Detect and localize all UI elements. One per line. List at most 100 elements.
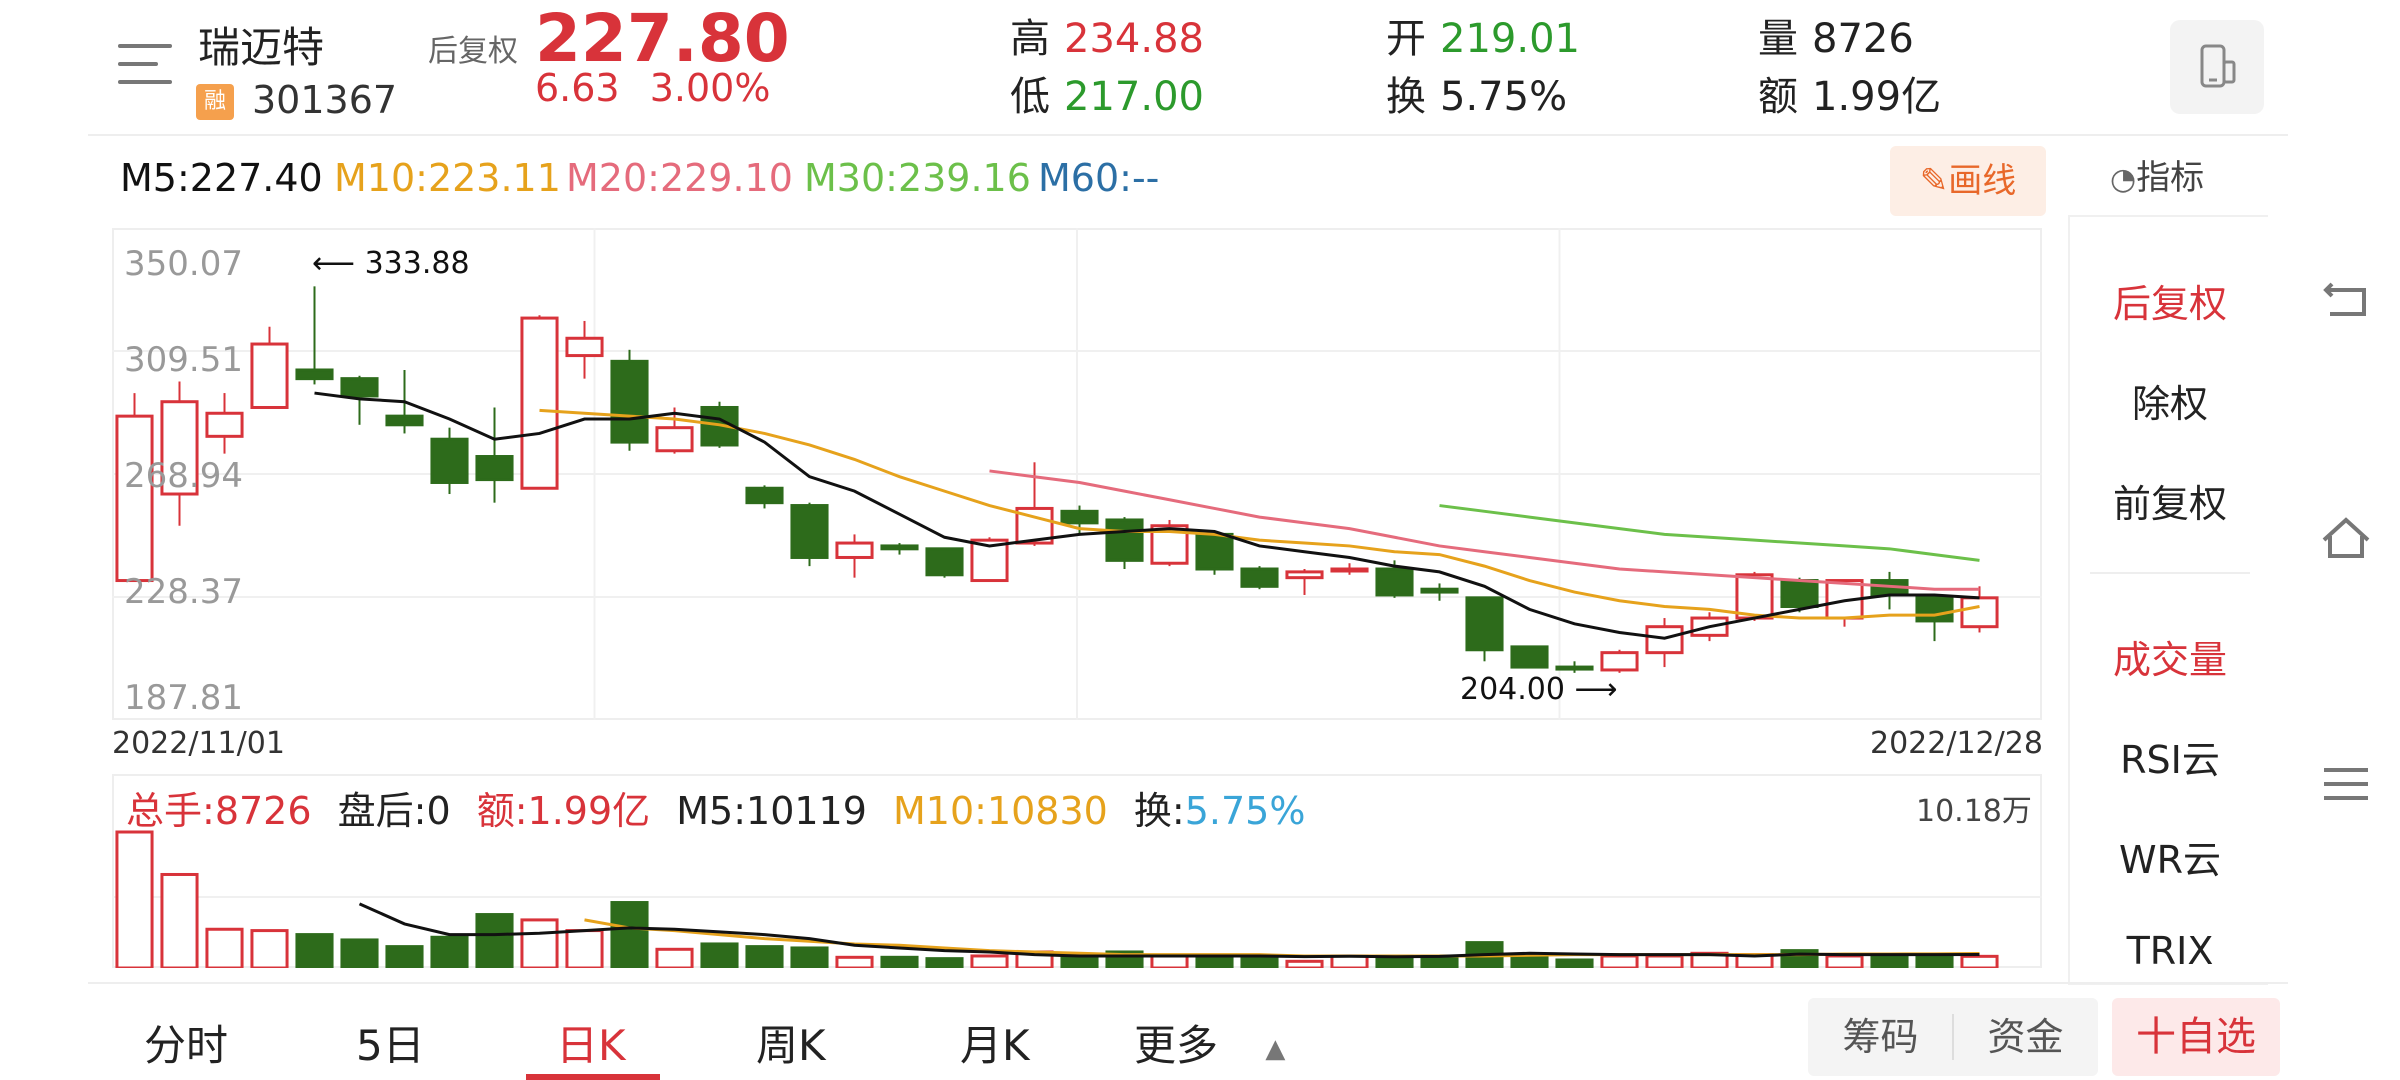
funds-button[interactable]: 资金 xyxy=(1953,998,2098,1076)
candle-body xyxy=(1960,596,1999,629)
add-watchlist-button[interactable]: 十自选 xyxy=(2112,998,2280,1076)
volume-bar xyxy=(880,955,919,968)
price-change: 6.63 3.00% xyxy=(535,66,770,110)
volume-bar xyxy=(1870,955,1909,968)
candle-body xyxy=(1330,567,1369,573)
indicator-button[interactable]: ◔指标 xyxy=(2110,150,2204,199)
turnover-quote: 换 5.75% xyxy=(1386,64,1567,122)
amount-label: 额 xyxy=(1758,74,1798,120)
side-item-volume[interactable]: 成交量 xyxy=(2070,629,2270,684)
candle-body xyxy=(880,544,919,551)
kline-chart[interactable] xyxy=(112,228,2042,720)
side-item-wr[interactable]: WR云 xyxy=(2070,829,2270,884)
y-label-4: 187.81 xyxy=(124,678,243,718)
tab-weekly-k[interactable]: 周K xyxy=(756,1012,826,1073)
recent-apps-icon[interactable] xyxy=(2318,756,2374,812)
tab-5day[interactable]: 5日 xyxy=(356,1012,425,1073)
low-value: 217.00 xyxy=(1064,74,1204,120)
header-divider xyxy=(88,134,2288,136)
candle-body xyxy=(1780,579,1819,609)
tab-more[interactable]: 更多 ▲ xyxy=(1134,1012,1285,1073)
volume-label: 量 xyxy=(1758,16,1798,62)
volume-bar xyxy=(250,929,289,968)
volume-bar xyxy=(745,945,784,968)
menu-icon[interactable] xyxy=(118,42,172,88)
volume-bar xyxy=(610,901,649,968)
candle-body xyxy=(1555,665,1594,671)
candle-body xyxy=(475,455,514,482)
volume-bar xyxy=(205,927,244,968)
volume-bar xyxy=(1645,954,1684,968)
volume-bar xyxy=(295,933,334,968)
side-item-pre-adjusted[interactable]: 前复权 xyxy=(2070,473,2270,528)
y-label-2: 268.94 xyxy=(124,456,243,496)
volume-bar xyxy=(835,955,874,968)
home-icon[interactable] xyxy=(2318,510,2374,566)
open-label: 开 xyxy=(1386,16,1426,62)
volume-bar xyxy=(1240,955,1279,968)
end-date: 2022/12/28 xyxy=(1870,726,2043,761)
volume-bar xyxy=(1915,954,1954,968)
volume-bar xyxy=(340,938,379,968)
candle-body xyxy=(1600,651,1639,672)
stock-name: 瑞迈特 xyxy=(198,23,325,72)
volume-bar xyxy=(1060,954,1099,968)
high-value: 234.88 xyxy=(1064,16,1204,62)
candle-body xyxy=(925,547,964,577)
phone-rotate-icon xyxy=(2200,44,2236,88)
volume-bar xyxy=(1960,954,1999,968)
side-item-post-adjusted[interactable]: 后复权 xyxy=(2070,273,2270,328)
ma30-line xyxy=(1439,504,1980,562)
volume-bar xyxy=(970,954,1009,968)
gauge-icon: ◔ xyxy=(2110,162,2137,197)
tab-monthly-k[interactable]: 月K xyxy=(960,1012,1030,1073)
volume-bar xyxy=(925,957,964,968)
change-value: 6.63 xyxy=(535,66,620,110)
y-label-3: 228.37 xyxy=(124,572,243,612)
candle-body xyxy=(520,316,559,490)
side-item-rsi[interactable]: RSI云 xyxy=(2070,729,2270,784)
turnover-label: 换 xyxy=(1386,74,1426,120)
side-item-ex-rights[interactable]: 除权 xyxy=(2070,373,2270,428)
candle-body xyxy=(205,411,244,438)
amount-value: 1.99亿 xyxy=(1812,74,1942,120)
volume-value: 8726 xyxy=(1812,16,1914,62)
tab-intraday[interactable]: 分时 xyxy=(144,1012,228,1073)
left-arrow-icon: ⟵ xyxy=(312,246,356,281)
max-price-annotation: ⟵ 333.88 xyxy=(312,246,470,281)
volume-bar xyxy=(160,872,199,968)
chips-funds-toggle: 筹码 资金 xyxy=(1808,998,2098,1076)
volume-chart[interactable] xyxy=(112,826,2042,968)
ma10-legend: M10:223.11 xyxy=(334,156,561,200)
landscape-toggle-button[interactable] xyxy=(2170,20,2264,114)
side-item-trix[interactable]: TRIX xyxy=(2070,929,2270,979)
candle-body xyxy=(115,414,154,583)
draw-line-button[interactable]: ✎画线 xyxy=(1890,146,2046,216)
chips-button[interactable]: 筹码 xyxy=(1808,998,1953,1076)
active-tab-indicator xyxy=(526,1074,660,1080)
open-quote: 开 219.01 xyxy=(1386,6,1580,64)
indicator-label: 指标 xyxy=(2136,158,2205,198)
ma20-legend: M20:229.10 xyxy=(566,156,793,200)
candle-body xyxy=(430,437,469,484)
volume-max-label: 10.18万 xyxy=(1916,794,2032,829)
volume-bar xyxy=(1150,954,1189,968)
tab-daily-k[interactable]: 日K xyxy=(556,1012,626,1073)
volume-bar xyxy=(115,830,154,968)
candle-body xyxy=(1240,567,1279,588)
ma30-legend: M30:239.16 xyxy=(804,156,1031,200)
candle-body xyxy=(1735,573,1774,620)
margin-badge: 融 xyxy=(196,84,234,120)
candle-body xyxy=(340,377,379,398)
volume-bar xyxy=(790,946,829,968)
candle-body xyxy=(1285,570,1324,580)
volume-bar xyxy=(1195,955,1234,968)
high-quote: 高 234.88 xyxy=(1010,6,1204,64)
candle-body xyxy=(1105,518,1144,562)
volume-bar xyxy=(385,945,424,968)
volume-quote: 量 8726 xyxy=(1758,6,1914,64)
candle-body xyxy=(1915,596,1954,623)
back-icon[interactable] xyxy=(2318,270,2374,326)
y-label-1: 309.51 xyxy=(124,340,243,380)
indicator-side-panel: 后复权 除权 前复权 成交量 RSI云 WR云 TRIX xyxy=(2068,215,2268,985)
